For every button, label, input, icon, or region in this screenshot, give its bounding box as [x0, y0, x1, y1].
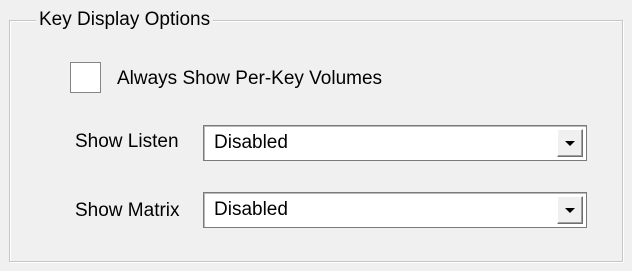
show-listen-select[interactable]: Disabled [203, 125, 587, 161]
show-matrix-dropdown-button[interactable] [557, 196, 583, 224]
show-matrix-select[interactable]: Disabled [203, 192, 587, 228]
show-listen-value: Disabled [214, 132, 288, 153]
show-matrix-value: Disabled [214, 199, 288, 220]
chevron-down-icon [565, 208, 575, 213]
always-show-volumes-checkbox[interactable] [70, 62, 101, 93]
chevron-down-icon [565, 141, 575, 146]
always-show-volumes-label[interactable]: Always Show Per-Key Volumes [117, 66, 382, 92]
show-listen-label: Show Listen [75, 131, 179, 152]
group-title: Key Display Options [36, 7, 214, 33]
show-matrix-label: Show Matrix [75, 200, 180, 221]
show-listen-dropdown-button[interactable] [557, 129, 583, 157]
